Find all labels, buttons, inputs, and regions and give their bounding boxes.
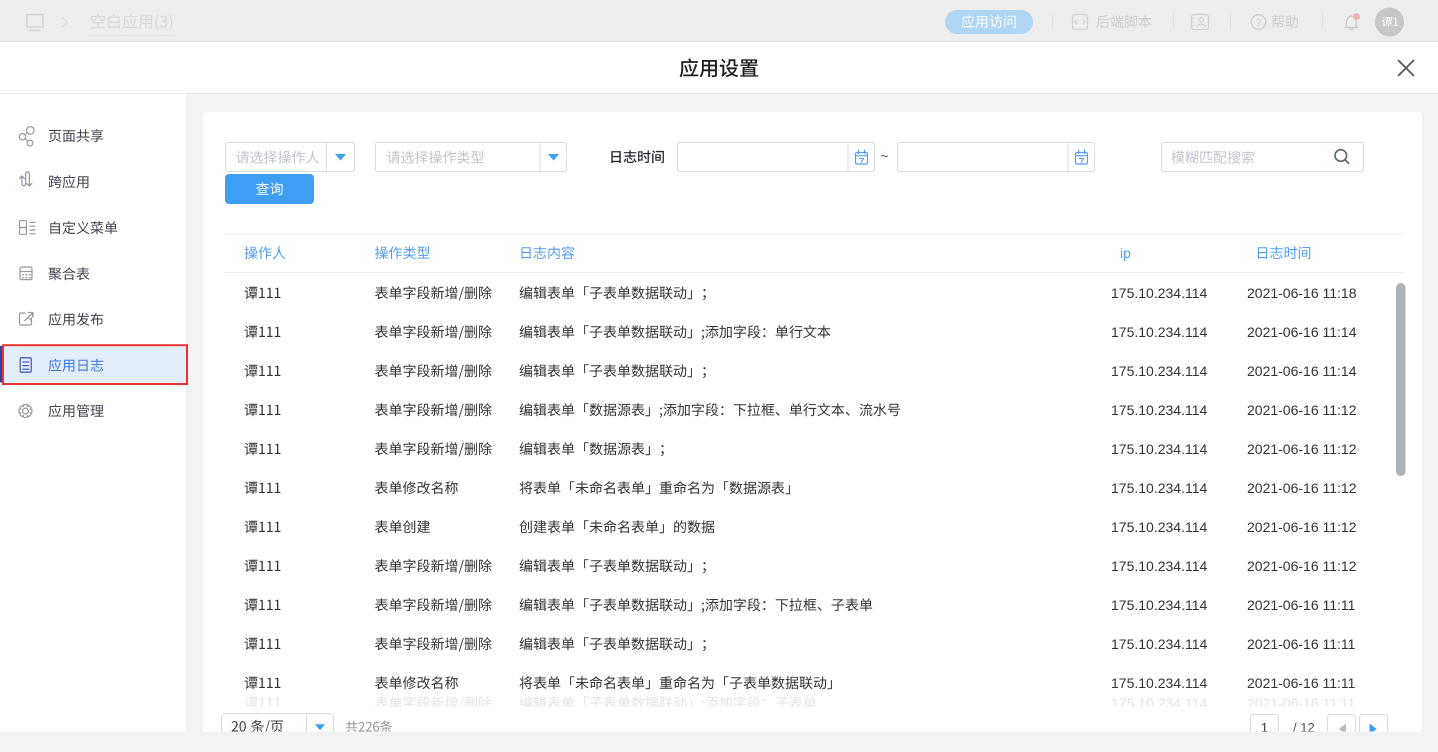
svg-text:2021-06-16 11:12: 2021-06-16 11:12: [1247, 519, 1357, 535]
svg-text:175.10.234.114: 175.10.234.114: [1111, 441, 1207, 457]
svg-text:2021-06-16 11:12: 2021-06-16 11:12: [1247, 558, 1357, 574]
svg-text:175.10.234.114: 175.10.234.114: [1111, 597, 1207, 613]
svg-text:175.10.234.114: 175.10.234.114: [1111, 480, 1207, 496]
svg-text:2021-06-16 11:12: 2021-06-16 11:12: [1247, 402, 1357, 418]
svg-text:2021-06-16 11:11: 2021-06-16 11:11: [1247, 636, 1356, 652]
svg-text:2021-06-16 11:14: 2021-06-16 11:14: [1247, 363, 1357, 379]
svg-text:175.10.234.114: 175.10.234.114: [1111, 402, 1207, 418]
svg-text:175.10.234.114: 175.10.234.114: [1111, 363, 1207, 379]
svg-text:175.10.234.114: 175.10.234.114: [1111, 519, 1207, 535]
svg-text:175.10.234.114: 175.10.234.114: [1111, 285, 1207, 301]
svg-text:?: ?: [1256, 17, 1262, 29]
svg-text:2021-06-16 11:12: 2021-06-16 11:12: [1247, 441, 1357, 457]
svg-text:ip: ip: [1120, 245, 1131, 261]
svg-text:~: ~: [880, 148, 888, 164]
svg-text:2021-06-16 11:11: 2021-06-16 11:11: [1247, 597, 1356, 613]
svg-text:2021-06-16 11:12: 2021-06-16 11:12: [1247, 480, 1357, 496]
svg-text:175.10.234.114: 175.10.234.114: [1111, 558, 1207, 574]
svg-text:2021-06-16 11:14: 2021-06-16 11:14: [1247, 324, 1357, 340]
svg-text:175.10.234.114: 175.10.234.114: [1111, 324, 1207, 340]
svg-text:175.10.234.114: 175.10.234.114: [1111, 636, 1207, 652]
svg-text:2021-06-16 11:11: 2021-06-16 11:11: [1247, 675, 1356, 691]
svg-text:175.10.234.114: 175.10.234.114: [1111, 675, 1207, 691]
svg-text:2021-06-16 11:18: 2021-06-16 11:18: [1247, 285, 1357, 301]
